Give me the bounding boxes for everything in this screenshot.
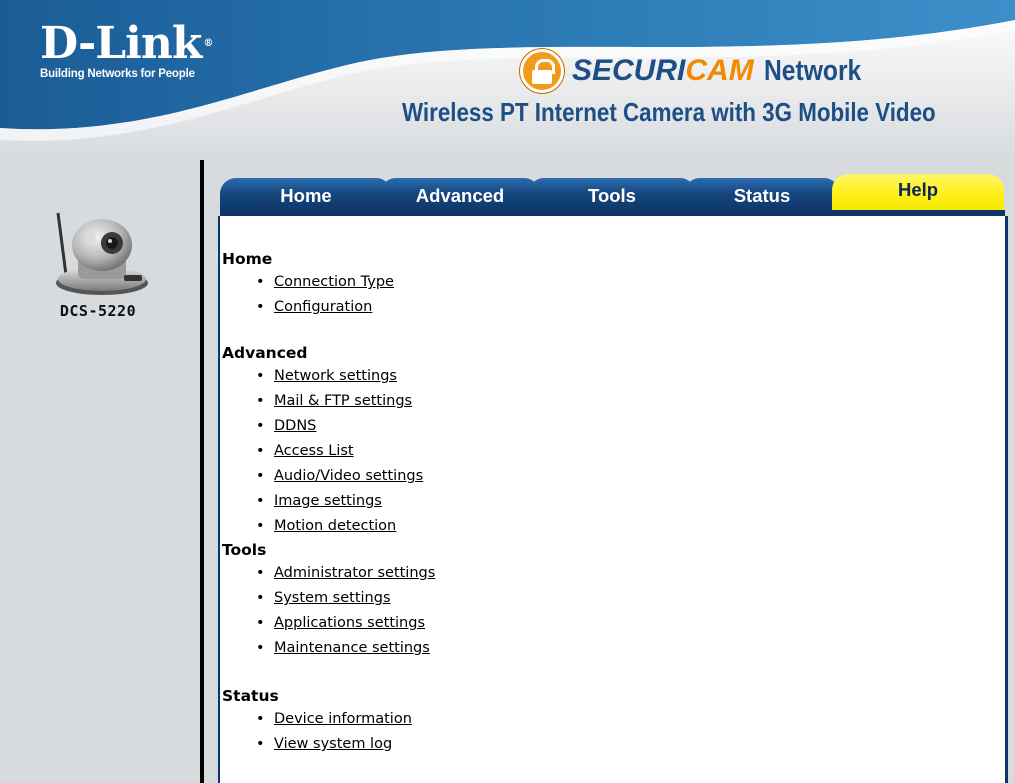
list-item: • Motion detection	[256, 518, 397, 534]
sidebar-divider	[200, 160, 204, 783]
model-label: DCS-5220	[59, 302, 137, 320]
tab-bar: Home Advanced Tools Status Help	[220, 174, 1005, 214]
section-title-home: Home	[222, 250, 273, 268]
section-advanced: Advanced • Network settings • Mail & FTP s…	[222, 342, 1005, 539]
tab-tools[interactable]: Tools	[528, 178, 696, 214]
link-maintenance-settings[interactable]: Maintenance settings	[274, 640, 430, 656]
list-item: • Administrator settings	[256, 565, 436, 581]
section-tools: Tools • Administrator settings • System se…	[222, 539, 1005, 661]
list-item: • DDNS	[256, 418, 317, 434]
list-item: • Device information	[256, 711, 412, 727]
securicam-logo: SECURICAM Network	[520, 48, 878, 94]
tab-status[interactable]: Status	[684, 178, 840, 214]
link-configuration[interactable]: Configuration	[274, 299, 372, 315]
section-title-status: Status	[222, 687, 279, 705]
logo-text: D-Link	[40, 18, 202, 69]
link-device-information[interactable]: Device information	[274, 711, 412, 727]
list-item: • View system log	[256, 736, 393, 752]
section-status: Status • Device information • View system …	[222, 685, 1005, 757]
list-item: • Maintenance settings	[256, 640, 430, 656]
product-title: Wireless PT Internet Camera with 3G Mobi…	[402, 97, 936, 127]
list-item: • Network settings	[256, 368, 397, 384]
link-system-settings[interactable]: System settings	[274, 590, 391, 606]
brand-tagline: Building Networks for People	[40, 68, 195, 80]
help-content: Home • Connection Type • Configuration Adv…	[218, 216, 1008, 783]
link-connection-type[interactable]: Connection Type	[274, 274, 394, 290]
camera-icon	[56, 212, 148, 295]
list-item: • Image settings	[256, 493, 382, 509]
tab-home[interactable]: Home	[220, 178, 392, 214]
list-item: • Mail & FTP settings	[256, 393, 413, 409]
link-mail-ftp-settings[interactable]: Mail & FTP settings	[274, 393, 412, 409]
link-network-settings[interactable]: Network settings	[274, 368, 397, 384]
list-item: • Applications settings	[256, 615, 426, 631]
section-title-tools: Tools	[222, 541, 267, 559]
list-item: • Configuration	[256, 299, 373, 315]
link-view-system-log[interactable]: View system log	[274, 736, 392, 752]
tab-help[interactable]: Help	[832, 174, 1004, 214]
lock-icon	[520, 49, 564, 93]
registered-mark: ®	[203, 38, 213, 49]
link-applications-settings[interactable]: Applications settings	[274, 615, 425, 631]
section-home: Home • Connection Type • Configuration	[222, 248, 1005, 320]
tab-advanced[interactable]: Advanced	[380, 178, 540, 214]
link-image-settings[interactable]: Image settings	[274, 493, 382, 509]
link-ddns[interactable]: DDNS	[274, 418, 316, 434]
list-item: • Access List	[256, 443, 354, 459]
link-audio-video-settings[interactable]: Audio/Video settings	[274, 468, 423, 484]
page-header: D-Link ® Building Networks for People SEC…	[0, 0, 1015, 160]
link-motion-detection[interactable]: Motion detection	[274, 518, 396, 534]
link-access-list[interactable]: Access List	[274, 443, 354, 459]
list-item: • Connection Type	[256, 274, 394, 290]
brand-logo: D-Link ® Building Networks for People	[40, 22, 213, 81]
securicam-wordmark: SECURICAM	[572, 54, 754, 87]
list-item: • System settings	[256, 590, 391, 606]
list-item: • Audio/Video settings	[256, 468, 424, 484]
securicam-network-label: Network	[763, 54, 861, 87]
sidebar: DCS-5220	[0, 160, 196, 783]
link-administrator-settings[interactable]: Administrator settings	[274, 565, 435, 581]
section-title-advanced: Advanced	[222, 344, 308, 362]
